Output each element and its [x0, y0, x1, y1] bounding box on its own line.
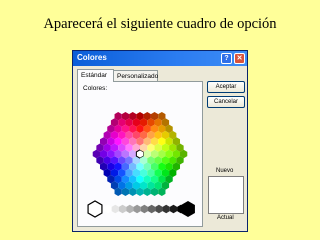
- gray-swatch[interactable]: [126, 204, 134, 214]
- accept-button[interactable]: Aceptar: [207, 81, 245, 93]
- new-color-label: Nuevo: [216, 168, 234, 174]
- gray-swatch[interactable]: [140, 204, 149, 214]
- color-honeycomb: [87, 112, 195, 218]
- gray-swatch[interactable]: [169, 204, 178, 214]
- gray-swatch[interactable]: [118, 204, 127, 214]
- current-color-label: Actual: [217, 215, 234, 221]
- color-panel: Colores:: [77, 81, 203, 227]
- color-preview: [208, 176, 244, 214]
- gray-swatch[interactable]: [162, 204, 170, 214]
- tab-estandar[interactable]: Estándar: [77, 69, 114, 82]
- gray-swatch[interactable]: [155, 204, 163, 214]
- close-button[interactable]: ✕: [234, 53, 245, 64]
- title-bar[interactable]: Colores ? ✕: [73, 51, 247, 66]
- dialog-title: Colores: [77, 53, 107, 62]
- white-swatch[interactable]: [87, 200, 103, 218]
- cancel-button[interactable]: Cancelar: [207, 96, 245, 108]
- gray-swatch[interactable]: [148, 204, 156, 214]
- slide-caption: Aparecerá el siguiente cuadro de opción: [43, 16, 277, 32]
- colors-dialog: Colores ? ✕ Estándar Personalizado Color…: [72, 50, 248, 232]
- black-swatch[interactable]: [181, 201, 195, 217]
- help-button[interactable]: ?: [221, 53, 232, 64]
- gray-swatch[interactable]: [104, 204, 112, 214]
- tab-personalizado[interactable]: Personalizado: [113, 70, 158, 81]
- gray-swatch[interactable]: [133, 204, 141, 214]
- gray-swatch[interactable]: [111, 204, 119, 214]
